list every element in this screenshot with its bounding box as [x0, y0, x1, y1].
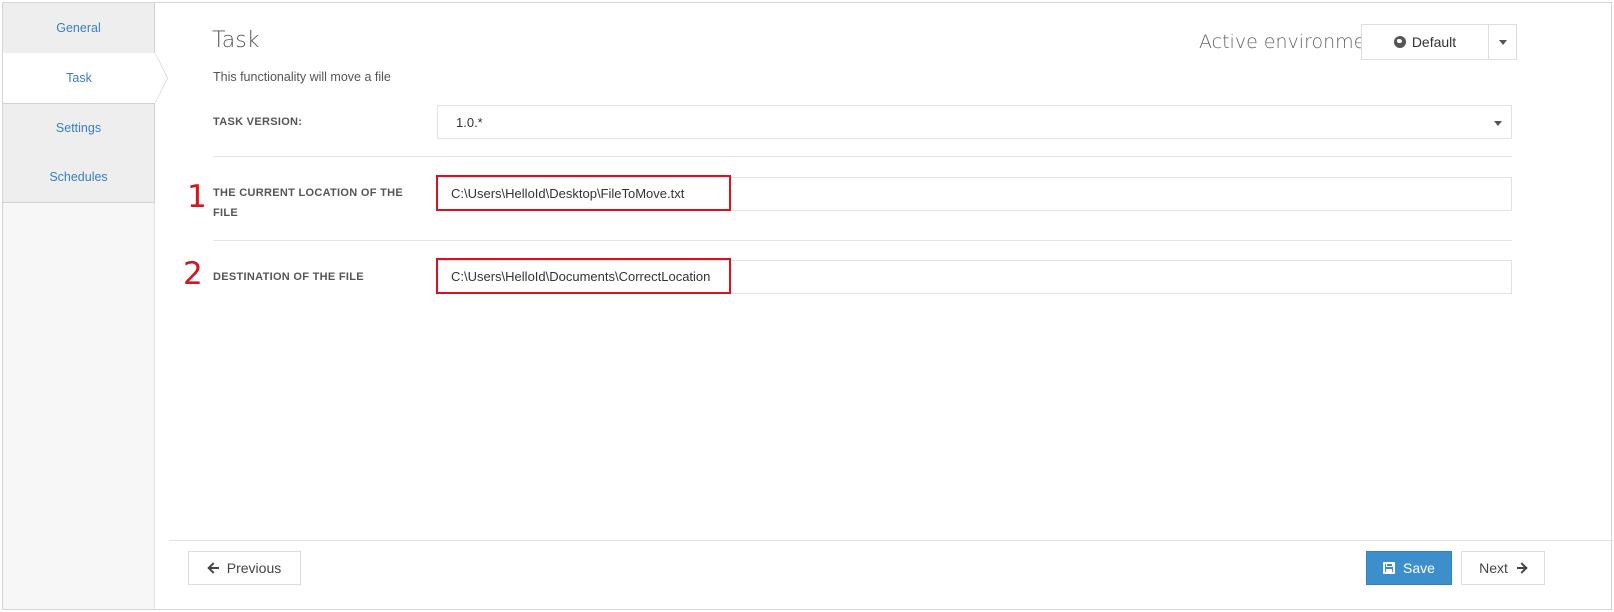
previous-label: Previous: [226, 560, 282, 576]
tab-label: Settings: [55, 121, 102, 135]
environment-button[interactable]: Default: [1361, 24, 1489, 60]
environment-value: Default: [1411, 34, 1457, 50]
current-location-label: THE CURRENT LOCATION OF THE FILE: [213, 187, 403, 219]
current-location-input[interactable]: C:\Users\HelloId\Desktop\FileToMove.txt: [437, 177, 1512, 211]
annotation-number: 1: [187, 179, 207, 215]
destination-label: DESTINATION OF THE FILE: [213, 271, 364, 283]
previous-button[interactable]: Previous: [188, 551, 301, 585]
task-version-value: 1.0.*: [456, 114, 483, 130]
chevron-down-icon: [1498, 39, 1507, 45]
destination-input[interactable]: C:\Users\HelloId\Documents\CorrectLocati…: [437, 260, 1512, 294]
save-icon: [1383, 562, 1396, 574]
main-content: Task This functionality will move a file…: [155, 3, 1613, 609]
divider: [213, 240, 1512, 241]
arrow-left-icon: [208, 563, 219, 573]
tab-general[interactable]: General: [3, 3, 155, 54]
sidebar: General Task Settings Schedules: [3, 3, 168, 609]
annotation-number: 2: [183, 256, 203, 292]
environment-dropdown-toggle[interactable]: [1489, 24, 1517, 60]
chevron-down-icon: [1494, 121, 1502, 126]
tab-label: Schedules: [49, 170, 108, 184]
tab-task[interactable]: Task: [3, 52, 168, 104]
save-button[interactable]: Save: [1366, 551, 1452, 585]
tab-label: General: [56, 21, 101, 35]
tab-label: Task: [66, 71, 92, 85]
tab-schedules[interactable]: Schedules: [3, 152, 155, 203]
page-subtitle: This functionality will move a file: [213, 70, 391, 84]
arrow-right-icon: [1516, 563, 1527, 573]
task-version-label: TASK VERSION:: [213, 116, 303, 128]
page-title: Task: [212, 28, 260, 53]
save-label: Save: [1403, 560, 1435, 576]
next-button[interactable]: Next: [1461, 551, 1545, 585]
task-version-select[interactable]: 1.0.*: [437, 105, 1512, 139]
app-frame: General Task Settings Schedules Task Thi…: [2, 2, 1613, 610]
globe-icon: [1393, 36, 1406, 48]
environment-label: Active environment: [1199, 31, 1385, 53]
next-label: Next: [1479, 560, 1508, 576]
environment-selector: Default: [1361, 24, 1517, 60]
tab-settings[interactable]: Settings: [3, 103, 155, 154]
footer-divider: [169, 540, 1613, 541]
divider: [213, 156, 1512, 157]
